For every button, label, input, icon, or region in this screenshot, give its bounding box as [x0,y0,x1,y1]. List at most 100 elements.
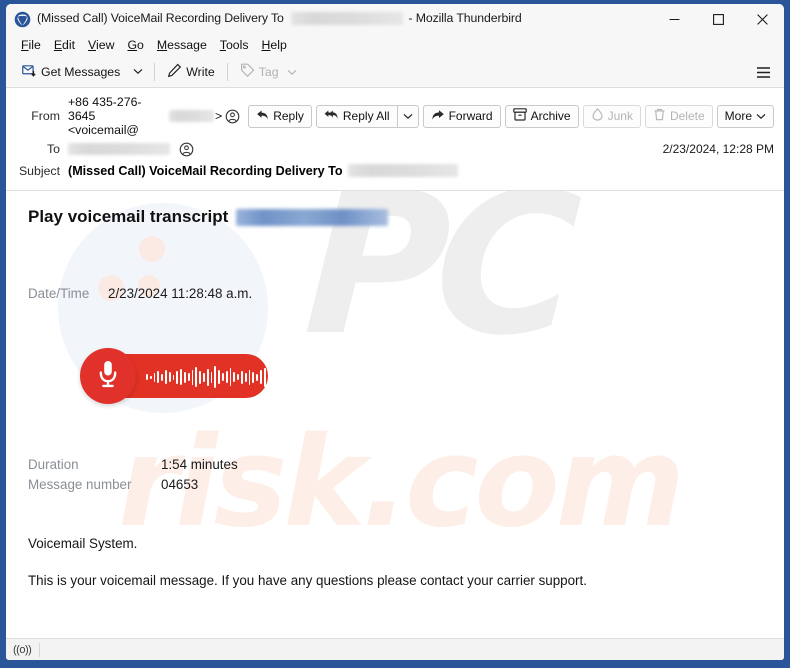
tag-label: Tag [258,64,279,79]
waveform-bar [187,373,190,381]
datetime-label: Date/Time [28,286,90,301]
waveform-bar [332,375,334,379]
message-body: PC risk.com Play voicemail transcript Da… [6,191,784,638]
more-button[interactable]: More [716,104,774,128]
waveform-bar [320,371,323,383]
waveform-bar [339,375,342,379]
menu-tools[interactable]: Tools [214,36,256,54]
waveform-bar [286,373,289,381]
waveform-bar [218,370,220,384]
waveform-bar [183,371,186,383]
waveform-bar [164,370,167,384]
reply-all-button[interactable]: Reply All [315,104,398,128]
delete-label: Delete [669,109,705,123]
minimize-button[interactable] [652,4,696,34]
menu-message[interactable]: Message [151,36,214,54]
waveform-bar [278,372,281,382]
tag-button[interactable]: Tag [233,59,304,84]
waveform-bar [195,367,198,387]
waveform-bar [161,373,163,381]
from-address-suffix: > [215,109,223,123]
waveform-bar [199,370,201,384]
get-messages-icon [22,63,37,81]
reply-all-label: Reply All [342,109,390,123]
toolbar-separator-1 [154,62,156,81]
play-voicemail-link[interactable]: Play voicemail transcript [28,207,228,227]
waveform-bar [153,372,156,382]
app-menu-button[interactable] [750,60,776,85]
write-button[interactable]: Write [160,59,221,84]
duration-value: 1:54 minutes [161,457,238,472]
forward-icon [431,109,445,124]
get-messages-dropdown[interactable] [127,59,149,84]
signature-text: Voicemail System. [28,536,138,551]
to-row: To 2/23/2024, 12:28 PM [6,138,784,160]
waveform-bar [221,373,224,381]
waveform-bar [244,372,247,382]
window-title: (Missed Call) VoiceMail Recording Delive… [37,11,522,26]
menu-edit[interactable]: Edit [48,36,82,54]
more-label: More [724,109,752,123]
main-toolbar: Get Messages Write Tag [6,56,784,88]
closing-text: This is your voicemail message. If you h… [28,573,587,588]
voicemail-player[interactable] [80,348,342,404]
reply-icon [256,109,269,124]
from-label: From [31,109,60,123]
waveform-bar [248,369,251,385]
reply-button[interactable]: Reply [248,104,312,128]
menu-view[interactable]: View [82,36,121,54]
subject-label: Subject [18,164,60,178]
waveform-bar [146,374,148,380]
waveform-bar [301,371,304,383]
archive-button[interactable]: Archive [504,104,579,128]
waveform-bar [168,372,171,382]
from-row: From +86 435-276-3645 <voicemail@ > Repl… [6,94,784,138]
closing-block: Voicemail System. This is your voicemail… [28,536,762,588]
junk-label: Junk [607,109,633,123]
voicemail-play-button[interactable] [80,348,136,404]
maximize-button[interactable] [696,4,740,34]
junk-button[interactable]: Junk [582,104,641,128]
close-button[interactable] [740,4,784,34]
menu-file[interactable]: File [15,36,48,54]
add-contact-icon[interactable] [225,109,240,124]
waveform-bar [309,370,312,384]
waveform-bar [294,369,296,385]
waveform-bar [275,369,277,385]
window-title-suffix: - Mozilla Thunderbird [408,11,522,26]
message-actions: Reply Reply All Forward Archive Junk Del… [240,104,774,128]
message-header: From +86 435-276-3645 <voicemail@ > Repl… [6,88,784,191]
delete-button[interactable]: Delete [644,104,713,128]
reply-all-dropdown[interactable] [397,104,419,128]
forward-button[interactable]: Forward [422,104,501,128]
tag-chevron-down-icon [287,65,297,79]
menu-bar: File Edit View Go Message Tools Help [6,34,784,56]
redacted-transcript-link [236,208,389,226]
waveform-bar [282,370,285,384]
to-contact-icon[interactable] [179,142,194,157]
forward-label: Forward [448,109,493,123]
waveform-bar [240,370,243,384]
connection-status-icon: ((o)) [13,643,32,656]
subject-row: Subject (Missed Call) VoiceMail Recordin… [6,160,784,182]
menu-go[interactable]: Go [121,36,150,54]
reply-label: Reply [273,109,304,123]
status-divider [39,642,41,657]
waveform-bar [297,372,300,382]
play-voicemail-heading: Play voicemail transcript [28,207,762,227]
message-date: 2/23/2024, 12:28 PM [662,142,774,156]
menu-help[interactable]: Help [256,36,294,54]
waveform-bar [233,372,236,382]
get-messages-button[interactable]: Get Messages [15,59,127,84]
duration-row: Duration 1:54 minutes [28,457,762,472]
email-content: Play voicemail transcript Date/Time 2/23… [6,191,784,588]
waveform-bar [214,366,217,388]
waveform-bar [176,370,179,384]
voicemail-details: Duration 1:54 minutes Message number 046… [28,457,762,492]
get-messages-label: Get Messages [41,64,121,79]
waveform-bar [252,371,255,383]
message-number-label: Message number [28,477,132,492]
tag-icon [240,63,255,81]
window-controls [652,4,784,34]
waveform-bar [256,373,258,381]
